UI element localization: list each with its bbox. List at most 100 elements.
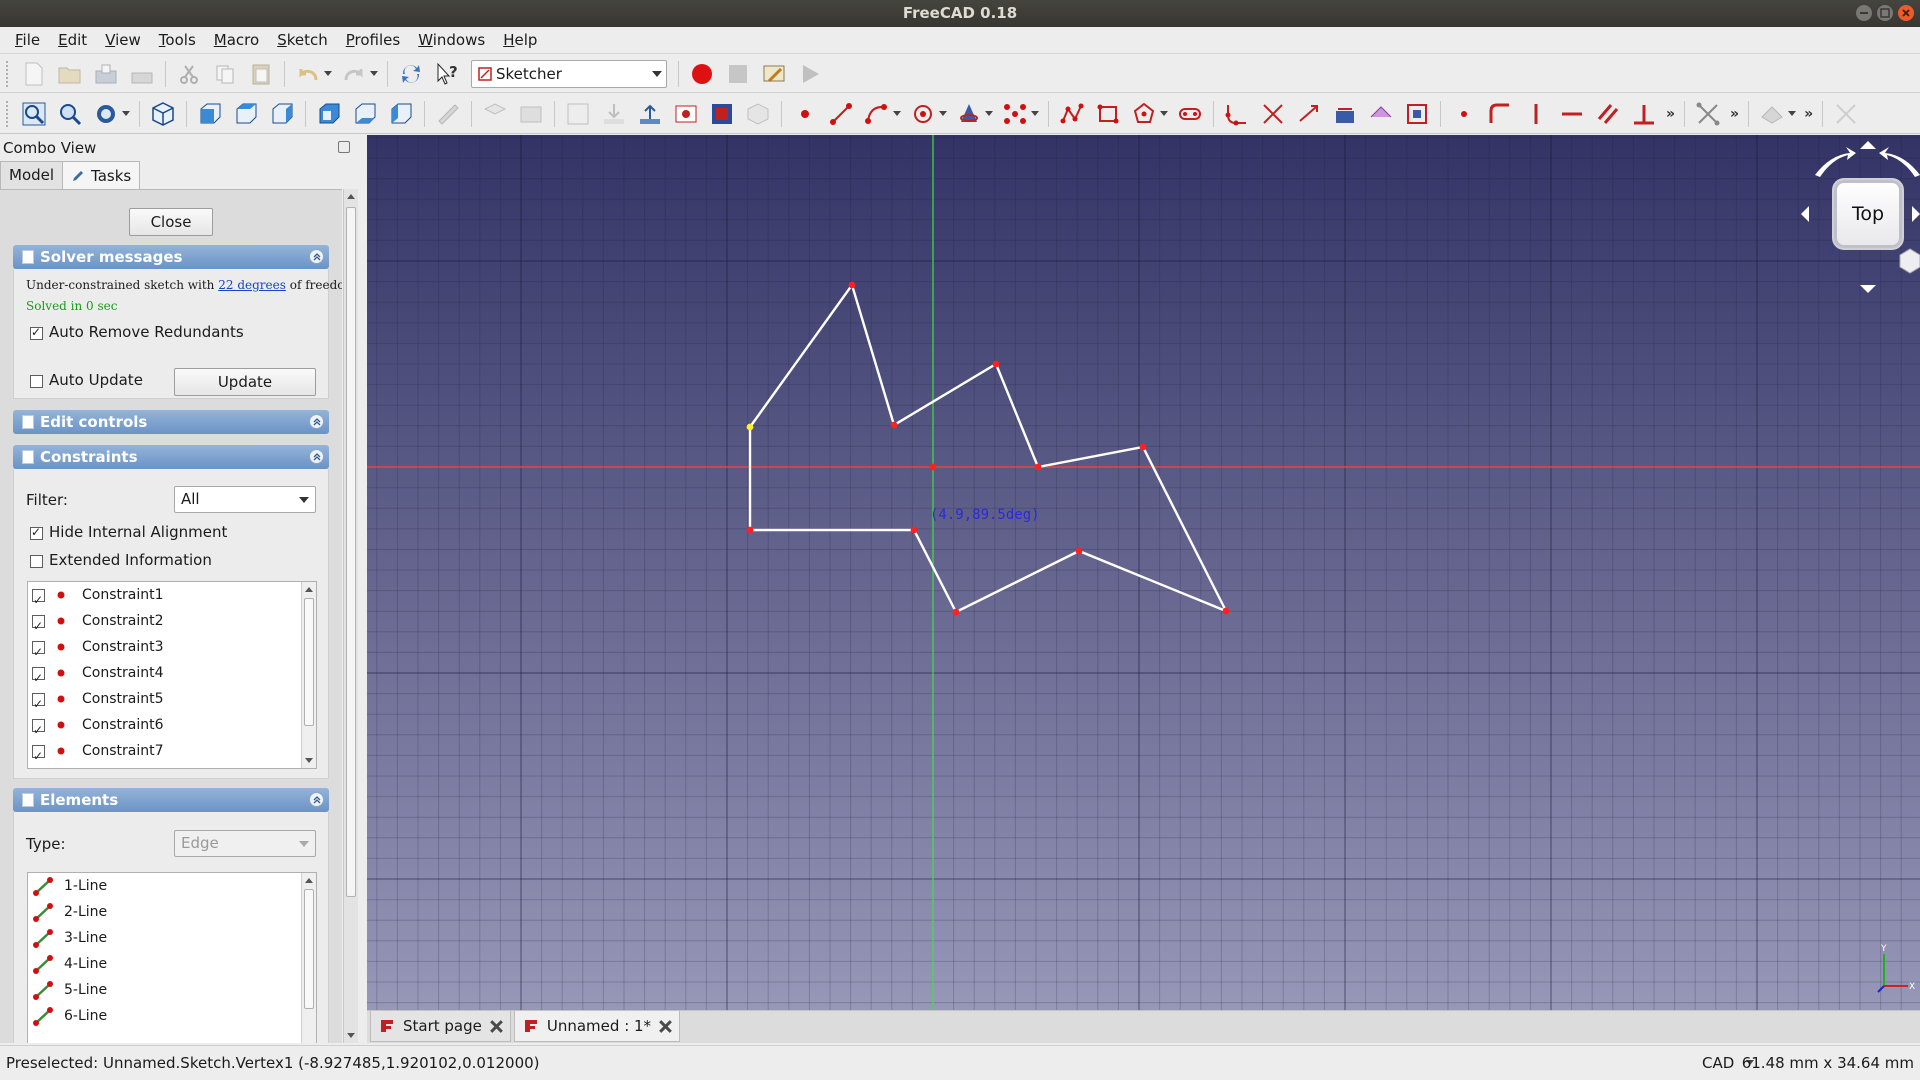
extended-info-checkbox[interactable]	[30, 555, 43, 568]
constraint-visible-checkbox[interactable]	[32, 717, 45, 743]
carbon-copy-icon[interactable]	[1366, 99, 1396, 129]
scroll-up-icon[interactable]	[305, 878, 313, 883]
constraint-visible-checkbox[interactable]	[32, 665, 45, 691]
menu-macro[interactable]: Macro	[205, 27, 268, 54]
merge-sketch-icon[interactable]	[707, 99, 737, 129]
hide-internal-checkbox[interactable]	[30, 525, 43, 540]
elements-list[interactable]: 1-Line 2-Line 3-Line 4-Line 5-Line 6-Lin…	[27, 872, 317, 1043]
list-item[interactable]: Constraint1	[28, 582, 316, 613]
3d-view[interactable]: (4.9,89.5deg) z Top Y X	[367, 135, 1920, 1010]
trim-icon[interactable]	[1258, 99, 1288, 129]
list-item[interactable]: 3-Line	[28, 925, 316, 951]
edit-controls-header[interactable]: Edit controls	[13, 410, 329, 434]
list-item[interactable]: Constraint3	[28, 634, 316, 665]
list-item[interactable]: 5-Line	[28, 977, 316, 1003]
constraint-visible-checkbox[interactable]	[32, 743, 45, 768]
scroll-thumb[interactable]	[304, 598, 314, 726]
menu-sketch[interactable]: Sketch	[268, 27, 337, 54]
validate-sketch-icon[interactable]	[671, 99, 701, 129]
menu-view[interactable]: View	[96, 27, 150, 54]
fit-selection-icon[interactable]	[55, 99, 85, 129]
list-item[interactable]: 1-Line	[28, 873, 316, 899]
tasks-scrollbar[interactable]	[343, 189, 358, 1043]
constraint-visible-checkbox[interactable]	[32, 691, 45, 717]
constraint-visible-checkbox[interactable]	[32, 587, 45, 613]
sketch-canvas[interactable]	[367, 135, 1920, 1010]
constrain-coincident-icon[interactable]	[1449, 99, 1479, 129]
list-item[interactable]: 2-Line	[28, 899, 316, 925]
scroll-thumb[interactable]	[346, 207, 356, 897]
toolbar-grip[interactable]	[6, 100, 12, 127]
cut-icon[interactable]	[174, 59, 204, 89]
constraint-visible-checkbox[interactable]	[32, 639, 45, 665]
list-item[interactable]: Constraint6	[28, 712, 316, 743]
tab-start-page[interactable]: Start page	[370, 1011, 511, 1042]
constraints-list[interactable]: Constraint1 Constraint2 Constraint3 Cons…	[27, 581, 317, 769]
extend-icon[interactable]	[1294, 99, 1324, 129]
create-line-icon[interactable]	[826, 99, 856, 129]
constraints-header[interactable]: Constraints	[13, 445, 329, 469]
undo-icon[interactable]	[293, 59, 323, 89]
whats-this-icon[interactable]: ?	[432, 59, 462, 89]
menu-windows[interactable]: Windows	[409, 27, 494, 54]
mini-cube-icon[interactable]	[1899, 248, 1920, 274]
paste-icon[interactable]	[246, 59, 276, 89]
fillet-icon[interactable]	[1222, 99, 1252, 129]
toolbar-overflow-icon-3[interactable]: »	[1804, 106, 1813, 122]
draw-style-icon[interactable]	[91, 99, 121, 129]
construction-mode-icon[interactable]	[1402, 99, 1432, 129]
close-tab-icon[interactable]	[659, 1020, 671, 1032]
solver-messages-header[interactable]: Solver messages	[13, 245, 329, 269]
list-item[interactable]: Constraint4	[28, 660, 316, 691]
collapse-icon[interactable]	[309, 249, 324, 264]
constraint-filter-select[interactable]: All	[174, 486, 316, 513]
reorient-sketch-icon[interactable]	[635, 99, 665, 129]
redo-icon[interactable]	[339, 59, 369, 89]
arrow-down-icon[interactable]	[1860, 285, 1876, 293]
toolbar-overflow-icon[interactable]: »	[1666, 106, 1675, 122]
fit-all-icon[interactable]	[19, 99, 49, 129]
list-item[interactable]: Constraint5	[28, 686, 316, 717]
elements-scrollbar[interactable]	[301, 873, 316, 1043]
scroll-up-icon[interactable]	[305, 587, 313, 592]
list-item[interactable]: Constraint7	[28, 738, 316, 768]
save-icon[interactable]	[91, 59, 121, 89]
view-left-icon[interactable]	[386, 99, 416, 129]
navigation-style[interactable]: CAD	[1702, 1046, 1734, 1080]
tab-unnamed-document[interactable]: Unnamed : 1*	[513, 1011, 681, 1042]
redo-dropdown-icon[interactable]	[370, 71, 378, 76]
collapse-icon[interactable]	[309, 449, 324, 464]
toolbar-grip[interactable]	[6, 60, 12, 87]
list-item[interactable]: 6-Line	[28, 1003, 316, 1029]
create-circle-icon[interactable]	[908, 99, 938, 129]
macro-record-icon[interactable]	[687, 59, 717, 89]
minimize-button[interactable]	[1856, 5, 1872, 21]
view-bottom-icon[interactable]	[350, 99, 380, 129]
constrain-parallel-icon[interactable]	[1593, 99, 1623, 129]
arc-dropdown-icon[interactable]	[893, 111, 901, 116]
rotate-left-icon[interactable]	[1815, 147, 1856, 177]
scroll-down-icon[interactable]	[347, 1033, 355, 1038]
auto-update-checkbox[interactable]	[30, 375, 43, 388]
macro-run-icon[interactable]	[795, 59, 825, 89]
collapse-icon[interactable]	[309, 414, 324, 429]
elements-header[interactable]: Elements	[13, 788, 329, 812]
view-sketch-icon[interactable]	[563, 99, 593, 129]
draw-style-dropdown-icon[interactable]	[122, 111, 130, 116]
polygon-dropdown-icon[interactable]	[1160, 111, 1168, 116]
open-file-icon[interactable]	[55, 59, 85, 89]
toolbar-overflow-icon-2[interactable]: »	[1730, 106, 1739, 122]
create-conic-icon[interactable]	[954, 99, 984, 129]
constrain-horizontal-icon[interactable]	[1557, 99, 1587, 129]
measure-distance-icon[interactable]	[433, 99, 463, 129]
new-file-icon[interactable]	[19, 59, 49, 89]
workbench-selector[interactable]: Sketcher	[471, 59, 667, 88]
menu-file[interactable]: File	[6, 27, 49, 54]
menu-help[interactable]: Help	[494, 27, 546, 54]
create-polyline-icon[interactable]	[1057, 99, 1087, 129]
external-geometry-icon[interactable]	[1330, 99, 1360, 129]
view-isometric-icon[interactable]	[148, 99, 178, 129]
create-slot-icon[interactable]	[1175, 99, 1205, 129]
view-right-icon[interactable]	[267, 99, 297, 129]
arrow-left-icon[interactable]	[1801, 206, 1809, 222]
